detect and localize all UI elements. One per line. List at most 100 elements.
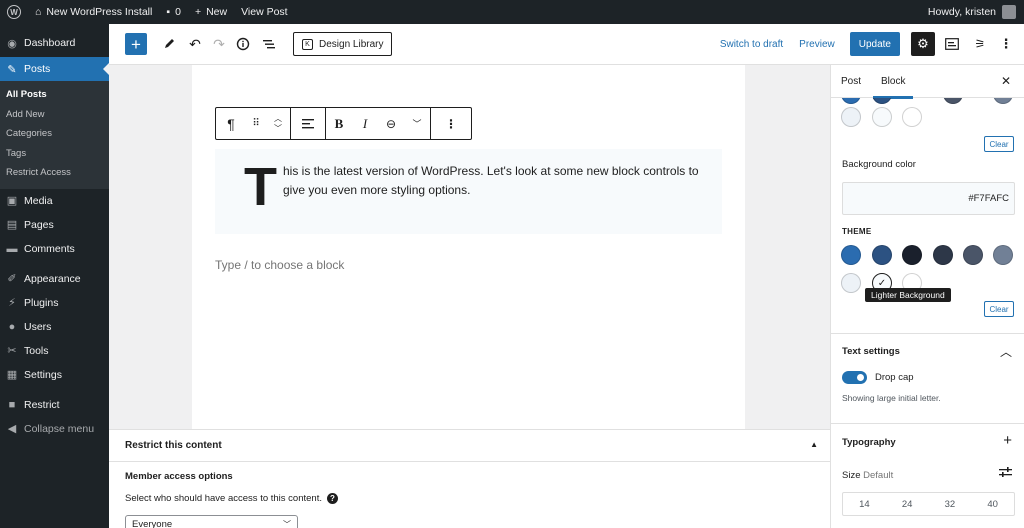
theme-color-light[interactable] (841, 273, 861, 293)
font-size-option[interactable]: 40 (987, 499, 998, 510)
submenu-item-categories[interactable]: Categories (0, 124, 109, 144)
submenu-item-all-posts[interactable]: All Posts (0, 85, 109, 105)
align-button[interactable] (291, 108, 325, 139)
tab-block[interactable]: Block (871, 65, 915, 99)
menu-item-settings[interactable]: ▦ Settings (0, 363, 109, 387)
font-size-option[interactable]: 24 (902, 499, 913, 510)
access-select[interactable]: Everyone ﹀ (125, 515, 298, 528)
background-color-label: Background color (842, 159, 916, 170)
theme-color-darker[interactable] (933, 245, 953, 265)
paintbrush-icon: ✐ (7, 273, 17, 285)
help-icon[interactable]: ? (326, 493, 338, 504)
avatar (1002, 5, 1016, 19)
gear-icon: ⚙ (917, 36, 929, 51)
font-size-option[interactable]: 32 (945, 499, 956, 510)
comments-link[interactable]: ▪ 0 (159, 0, 188, 24)
wordpress-logo-menu[interactable]: W (0, 0, 28, 24)
theme-color-primary[interactable] (841, 245, 861, 265)
more-rich-text-button[interactable]: ﹀ (404, 108, 430, 139)
menu-item-comments[interactable]: ▬ Comments (0, 237, 109, 261)
account-menu[interactable]: Howdy, kristen (928, 5, 1024, 19)
close-sidebar-button[interactable]: ✕ (1001, 74, 1011, 88)
theme-color-gray[interactable] (963, 245, 983, 265)
tab-post[interactable]: Post (831, 65, 871, 98)
preview-button[interactable]: Preview (791, 39, 843, 50)
member-access-label: Member access options (125, 471, 233, 482)
submenu-item-tags[interactable]: Tags (0, 144, 109, 164)
block-options-button[interactable]: ⋮ (438, 108, 464, 139)
menu-item-restrict[interactable]: ■ Restrict (0, 393, 109, 417)
menu-item-tools[interactable]: ✂ Tools (0, 339, 109, 363)
size-controls-button[interactable] (999, 466, 1012, 481)
metabox-collapse-toggle[interactable]: ▲ (810, 440, 818, 449)
link-button[interactable]: ⊖ (378, 108, 404, 139)
bold-button[interactable]: B (326, 108, 352, 139)
move-block-buttons[interactable]: ︿ ﹀ (266, 108, 290, 139)
switch-to-draft-button[interactable]: Switch to draft (712, 39, 791, 50)
text-settings-title[interactable]: Text settings (842, 346, 900, 357)
color-swatch-white[interactable] (902, 107, 922, 127)
menu-item-dashboard[interactable]: ◉ Dashboard (0, 31, 109, 55)
settings-icon: ▦ (6, 369, 18, 381)
design-library-icon: K (302, 38, 313, 50)
menu-item-plugins[interactable]: ⚡ Plugins (0, 291, 109, 315)
undo-button[interactable]: ↶ (185, 36, 205, 53)
menu-label: Media (24, 194, 53, 207)
menu-label: Dashboard (24, 37, 76, 49)
list-view-button[interactable] (259, 37, 279, 51)
color-swatch-lightest[interactable] (872, 107, 892, 127)
new-content-menu[interactable]: + New (188, 0, 234, 24)
drop-cap-label: Drop cap (875, 372, 914, 383)
drop-cap-toggle[interactable] (842, 371, 867, 384)
site-name-link[interactable]: ⌂ New WordPress Install (28, 0, 159, 24)
stackable-plugin-button[interactable]: ⚞ (968, 37, 992, 51)
menu-label: Restrict (24, 398, 60, 411)
background-color-preview[interactable]: #F7FAFC (842, 182, 1015, 215)
submenu-item-add-new[interactable]: Add New (0, 105, 109, 125)
redo-button[interactable]: ↷ (209, 36, 229, 53)
settings-button[interactable]: ⚙ (911, 32, 935, 56)
site-name-label: New WordPress Install (46, 6, 153, 18)
design-library-button[interactable]: K Design Library (293, 32, 393, 56)
chevron-up-icon[interactable]: ︿ (1000, 343, 1012, 360)
drag-handle[interactable]: ⠿ (246, 108, 266, 139)
media-icon: ▣ (6, 195, 18, 207)
collapse-menu-button[interactable]: ◀ Collapse menu (0, 417, 109, 441)
font-size-picker: 14 24 32 40 (842, 492, 1015, 516)
menu-item-media[interactable]: ▣ Media (0, 189, 109, 213)
paragraph-block-button[interactable]: ¶ (216, 108, 246, 139)
plus-icon[interactable]: + (1003, 432, 1012, 449)
color-swatch-lighter[interactable] (841, 107, 861, 127)
font-size-option[interactable]: 14 (859, 499, 870, 510)
plus-icon: + (194, 6, 202, 18)
metabox-title[interactable]: Restrict this content (125, 440, 222, 451)
edit-tools-button[interactable] (159, 37, 179, 51)
home-icon: ⌂ (35, 6, 42, 18)
block-placeholder[interactable]: Type / to choose a block (215, 258, 344, 272)
menu-item-posts[interactable]: ✎ Posts (0, 57, 109, 81)
theme-color-light-gray[interactable] (993, 245, 1013, 265)
clear-background-color-button[interactable]: Clear (984, 301, 1014, 317)
menu-item-appearance[interactable]: ✐ Appearance (0, 267, 109, 291)
clear-text-color-button[interactable]: Clear (984, 136, 1014, 152)
options-menu-button[interactable]: ⋮ (994, 36, 1018, 52)
view-post-link[interactable]: View Post (234, 0, 295, 24)
submenu-item-restrict-access[interactable]: Restrict Access (0, 163, 109, 183)
collapse-icon: ◀ (7, 423, 17, 435)
details-button[interactable] (233, 37, 253, 51)
italic-button[interactable]: I (352, 108, 378, 139)
add-block-button[interactable]: + (125, 33, 147, 55)
chevron-down-icon: ﹀ (412, 119, 422, 129)
menu-item-pages[interactable]: ▤ Pages (0, 213, 109, 237)
paragraph-text[interactable]: his is the latest version of WordPress. … (283, 162, 703, 200)
paragraph-block[interactable]: T his is the latest version of WordPress… (215, 149, 722, 234)
theme-color-dark[interactable] (902, 245, 922, 265)
update-button[interactable]: Update (849, 32, 900, 56)
menu-item-users[interactable]: ● Users (0, 315, 109, 339)
lock-icon: ■ (8, 398, 16, 411)
layout-icon (945, 38, 959, 50)
theme-color-secondary[interactable] (872, 245, 892, 265)
comments-icon: ▬ (6, 242, 18, 255)
editor-plugin-button[interactable] (940, 38, 964, 50)
typography-title[interactable]: Typography (842, 437, 896, 448)
